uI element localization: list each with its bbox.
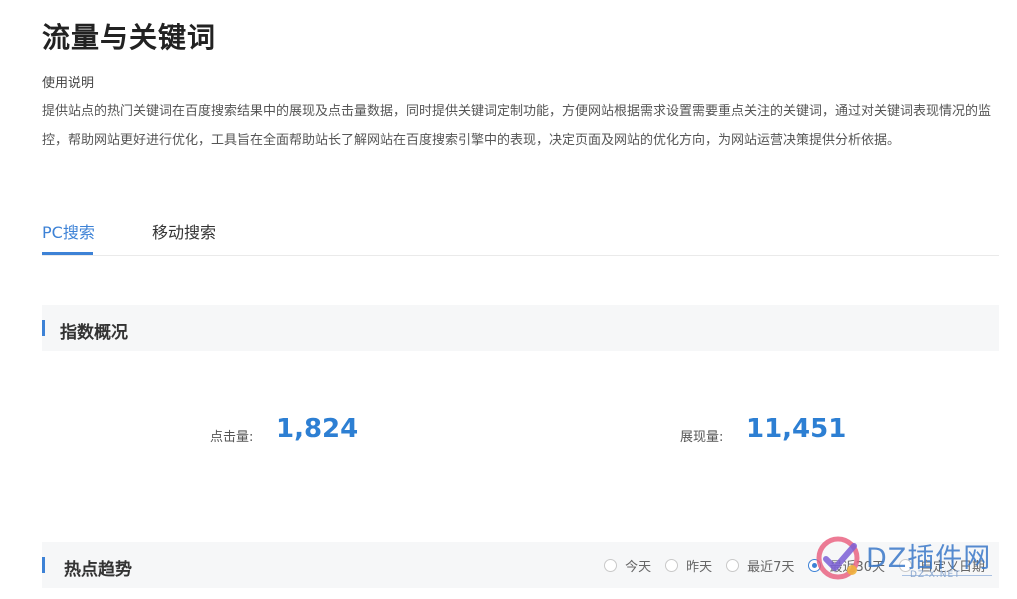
usage-heading: 使用说明 [42,76,95,91]
impressions-label: 展现量: [680,430,724,445]
date-option-custom[interactable]: 自定义日期 [898,556,985,575]
date-range-selector: 今天 昨天 最近7天 最近30天 自定义日期 [590,556,985,575]
radio-circle[interactable] [604,559,618,572]
search-type-tabs: PC搜索 移动搜索 [42,206,999,256]
radio-circle[interactable] [665,559,679,572]
date-option-label: 最近30天 [829,560,885,575]
radio-circle[interactable] [898,559,912,572]
usage-description: 提供站点的热门关键词在百度搜索结果中的展现及点击量数据，同时提供关键词定制功能，… [42,104,992,148]
radio-circle[interactable] [808,559,822,572]
active-tab-underline [42,252,93,255]
date-option-label: 今天 [625,560,652,575]
hot-trend-header: 热点趋势 今天 昨天 最近7天 最近30天 自定义日期 [42,542,999,588]
date-option-yesterday[interactable]: 昨天 [665,556,712,575]
tab-mobile-search[interactable]: 移动搜索 [152,219,216,243]
index-overview-header: 指数概况 [42,305,999,351]
section-accent [42,557,45,573]
tab-pc-search[interactable]: PC搜索 [42,219,95,243]
impressions-value: 11,451 [746,414,847,444]
clicks-label: 点击量: [210,430,254,445]
index-overview-title: 指数概况 [60,323,128,343]
page-title: 流量与关键词 [42,21,217,54]
date-option-label: 自定义日期 [919,560,985,575]
date-option-today[interactable]: 今天 [604,556,651,575]
radio-circle[interactable] [726,559,740,572]
section-accent [42,320,45,336]
date-option-label: 昨天 [686,560,713,575]
hot-trend-title: 热点趋势 [64,560,132,580]
clicks-value: 1,824 [276,414,359,444]
date-option-last-30-days[interactable]: 最近30天 [808,556,885,575]
date-option-label: 最近7天 [747,560,795,575]
date-option-last-7-days[interactable]: 最近7天 [726,556,794,575]
